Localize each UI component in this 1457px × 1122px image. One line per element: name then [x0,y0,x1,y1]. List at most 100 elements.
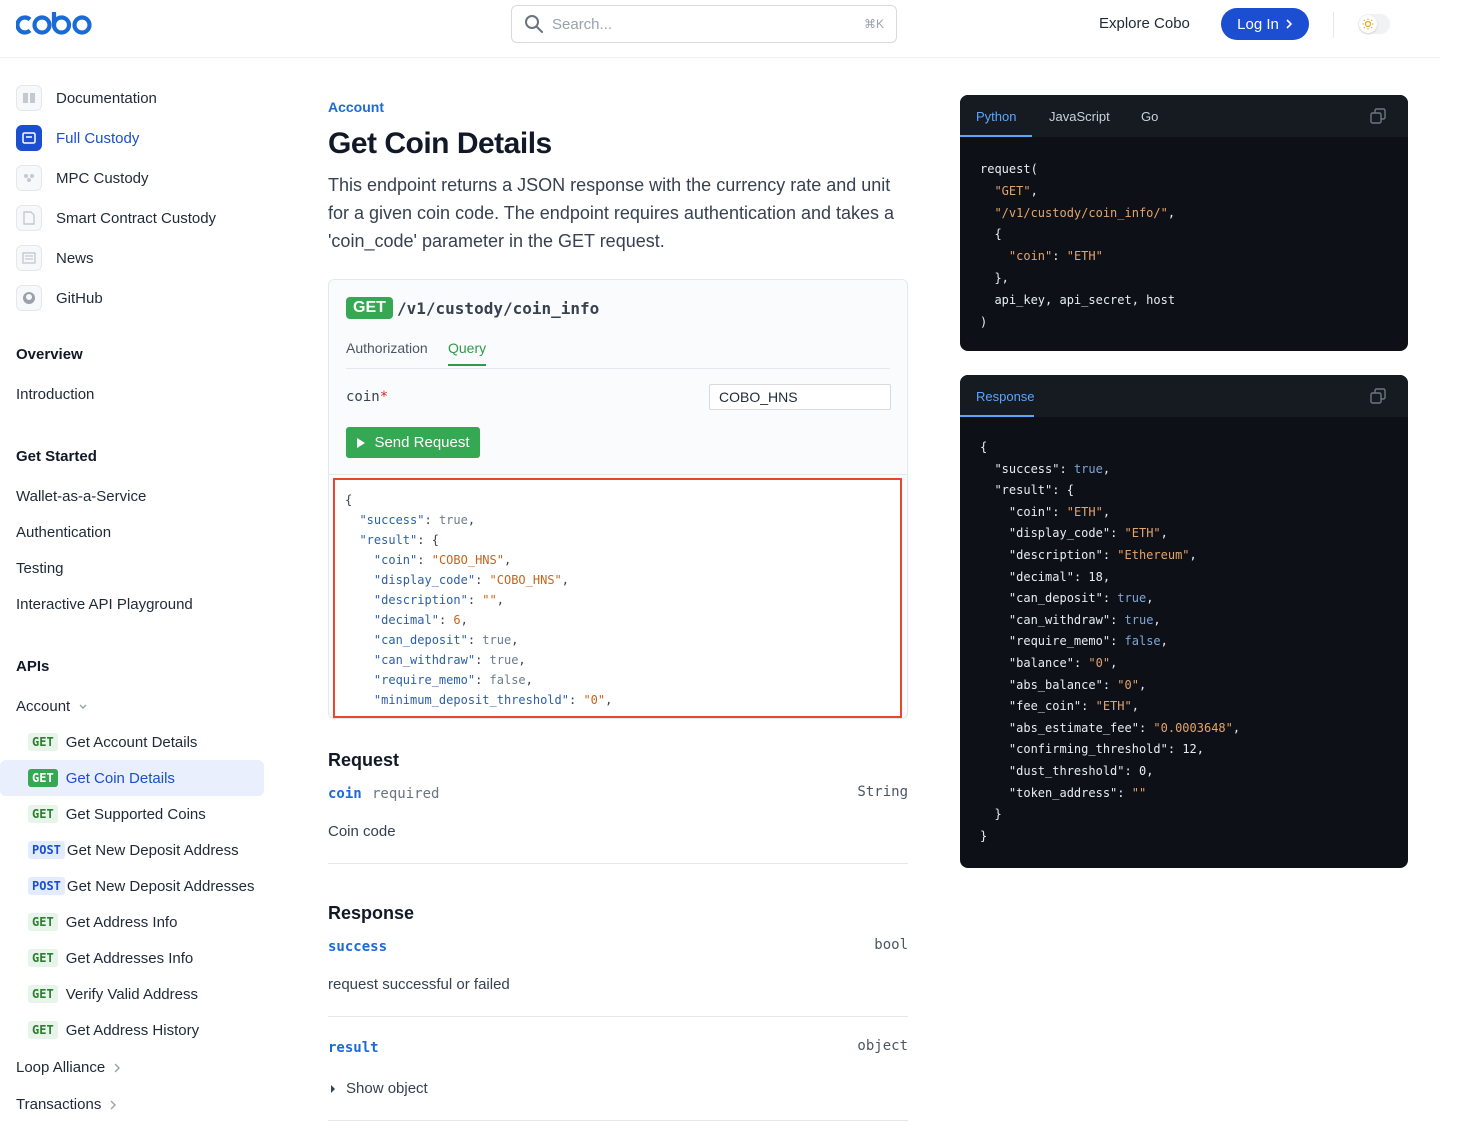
api-label: Verify Valid Address [65,985,198,1003]
method-badge: GET [28,805,58,823]
tab-python[interactable]: Python [976,109,1016,124]
method-badge: GET [28,949,58,967]
search-shortcut: ⌘K [863,17,884,31]
api-label: Get Addresses Info [65,949,194,967]
sidebar-item-mpc-custody[interactable]: MPC Custody [16,164,149,192]
sidebar-api-get-account-details[interactable]: GET Get Account Details [0,724,264,760]
sidebar-item-waas[interactable]: Wallet-as-a-Service [16,488,146,505]
group-label: Account [16,698,71,715]
json-key: "fee_coin" [1008,699,1082,714]
header-divider [1333,12,1334,38]
show-object-label: Show object [346,1080,428,1097]
sidebar-item-api-playground[interactable]: Interactive API Playground [16,596,193,613]
json-key: "display_code" [1008,526,1111,541]
chevron-right-icon [110,1100,117,1109]
sidebar-api-get-address-history[interactable]: GET Get Address History [0,1012,264,1048]
json-key: "display_code" [373,573,476,587]
sidebar-item-authentication[interactable]: Authentication [16,524,111,541]
sun-icon [1359,15,1377,33]
sidebar-item-label: News [56,249,94,267]
json-value: "ETH" [1066,504,1103,519]
json-value: false [1124,634,1161,649]
json-value: true [1073,461,1103,476]
endpoint-path: /v1/custody/coin_info [397,299,600,318]
show-object-toggle[interactable]: Show object [330,1080,428,1097]
coin-field-label: coin* [346,389,389,405]
response-field-name: success [328,939,388,955]
method-badge: GET [346,297,393,319]
sidebar-api-get-supported-coins[interactable]: GET Get Supported Coins [0,796,264,832]
json-key: "confirming_threshold" [1008,742,1168,757]
json-value: "0" [1117,677,1139,692]
page-description: This endpoint returns a JSON response wi… [328,175,895,251]
json-value: "" [1131,785,1147,800]
sidebar-item-news[interactable]: News [16,244,94,272]
explore-cobo-link[interactable]: Explore Cobo [1099,15,1190,32]
json-value: true [438,513,468,527]
json-value: "COBO_HNS" [489,573,562,587]
page-title: Get Coin Details [328,127,552,160]
tab-javascript[interactable]: JavaScript [1049,109,1110,124]
code-sample-panel: Python JavaScript Go request( "GET", "/v… [960,95,1408,351]
json-key: "success" [359,513,425,527]
method-badge: GET [28,913,58,931]
tab-response[interactable]: Response [976,389,1035,404]
json-value: "0" [583,693,606,707]
sidebar-item-testing[interactable]: Testing [16,560,64,577]
tab-query[interactable]: Query [448,340,487,366]
json-key: "require_memo" [373,673,476,687]
sidebar-item-full-custody[interactable]: Full Custody [16,124,139,152]
top-header: Search... ⌘K Explore Cobo Log In [0,0,1440,58]
json-value: true [489,653,519,667]
breadcrumb[interactable]: Account [328,99,384,115]
sidebar-group-transactions[interactable]: Transactions [16,1096,117,1113]
sidebar-api-get-coin-details[interactable]: GET Get Coin Details [0,760,264,796]
json-value: "0.0003648" [1153,720,1233,735]
sidebar-api-get-addresses-info[interactable]: GET Get Addresses Info [0,940,264,976]
theme-toggle[interactable] [1358,14,1390,34]
sidebar-api-get-address-info[interactable]: GET Get Address Info [0,904,264,940]
json-key: "can_deposit" [373,633,468,647]
json-key: "coin" [373,553,418,567]
sidebar-item-github[interactable]: GitHub [16,284,103,312]
tab-authorization[interactable]: Authorization [346,340,428,364]
send-request-button[interactable]: Send Request [346,427,480,458]
method-badge: GET [28,985,58,1003]
api-label: Get New Deposit Addresses [66,877,255,895]
method-badge: GET [28,733,58,751]
json-value: "Ethereum" [1117,547,1190,562]
json-key: "decimal" [373,613,439,627]
json-value: "" [482,593,497,607]
get-started-heading: Get Started [16,448,97,465]
sidebar-api-verify-valid-address[interactable]: GET Verify Valid Address [0,976,264,1012]
sidebar-api-new-deposit-address[interactable]: POST Get New Deposit Address [0,832,264,868]
overview-heading: Overview [16,346,83,363]
chevron-down-icon [79,704,87,709]
tab-go[interactable]: Go [1141,109,1158,124]
param-required: required [372,786,440,802]
apis-heading: APIs [16,658,50,675]
divider [328,863,908,864]
json-key: "token_address" [1008,785,1118,800]
api-label: Get Address Info [65,913,178,931]
json-value: "ETH" [1124,526,1161,541]
copy-icon[interactable] [1370,388,1386,404]
coin-input[interactable]: COBO_HNS [709,384,891,410]
search-box[interactable]: Search... ⌘K [511,5,897,43]
sidebar-item-introduction[interactable]: Introduction [16,386,94,403]
sidebar-item-documentation[interactable]: Documentation [16,84,157,112]
active-tab-indicator [960,415,1034,417]
copy-icon[interactable] [1370,108,1386,124]
login-button[interactable]: Log In [1221,8,1309,40]
method-badge: POST [28,841,65,859]
json-value: true [482,633,512,647]
required-mark: * [379,389,389,405]
send-request-label: Send Request [374,434,470,451]
sidebar-api-new-deposit-addresses[interactable]: POST Get New Deposit Addresses [0,868,264,904]
sidebar-item-smart-contract-custody[interactable]: Smart Contract Custody [16,204,216,232]
divider [328,1016,908,1017]
cobo-logo[interactable] [15,10,94,43]
sidebar-group-account[interactable]: Account [16,698,88,715]
sidebar-group-loop-alliance[interactable]: Loop Alliance [16,1059,121,1076]
json-key: "coin" [1008,504,1053,519]
